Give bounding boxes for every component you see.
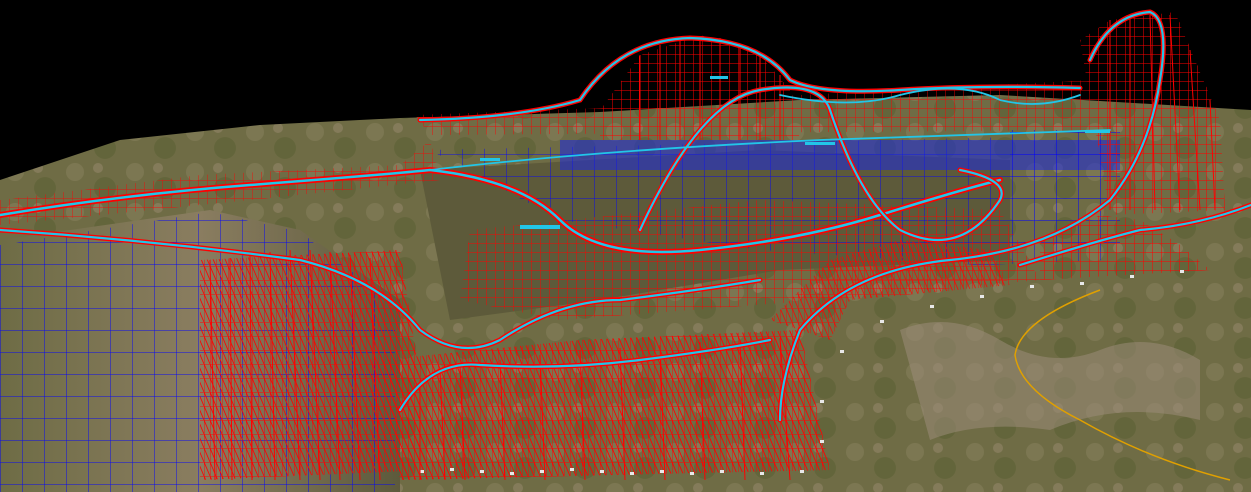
- scene-canvas[interactable]: [0, 0, 1251, 492]
- 3d-viewport[interactable]: [0, 0, 1251, 492]
